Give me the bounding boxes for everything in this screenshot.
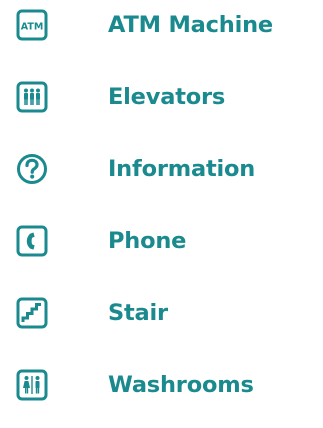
atm-icon-text: ATM bbox=[21, 22, 44, 33]
atm-icon: ATM bbox=[16, 9, 48, 41]
legend-item-information: Information bbox=[0, 149, 323, 189]
legend-label-phone: Phone bbox=[108, 228, 187, 254]
legend-label-information: Information bbox=[108, 156, 256, 182]
washroom-icon bbox=[16, 369, 48, 401]
question-mark-icon bbox=[16, 153, 48, 185]
legend-item-atm: ATM ATM Machine bbox=[0, 5, 323, 45]
legend-label-stair: Stair bbox=[108, 300, 168, 326]
legend-item-phone: Phone bbox=[0, 221, 323, 261]
facility-legend: ATM ATM Machine Elevators Information Ph… bbox=[0, 0, 323, 428]
legend-label-washrooms: Washrooms bbox=[108, 372, 254, 398]
legend-item-elevators: Elevators bbox=[0, 77, 323, 117]
legend-label-atm: ATM Machine bbox=[108, 12, 273, 38]
stair-icon bbox=[16, 297, 48, 329]
legend-item-washrooms: Washrooms bbox=[0, 365, 323, 405]
legend-label-elevators: Elevators bbox=[108, 84, 226, 110]
legend-item-stair: Stair bbox=[0, 293, 323, 333]
phone-icon bbox=[16, 225, 48, 257]
elevator-icon bbox=[16, 81, 48, 113]
